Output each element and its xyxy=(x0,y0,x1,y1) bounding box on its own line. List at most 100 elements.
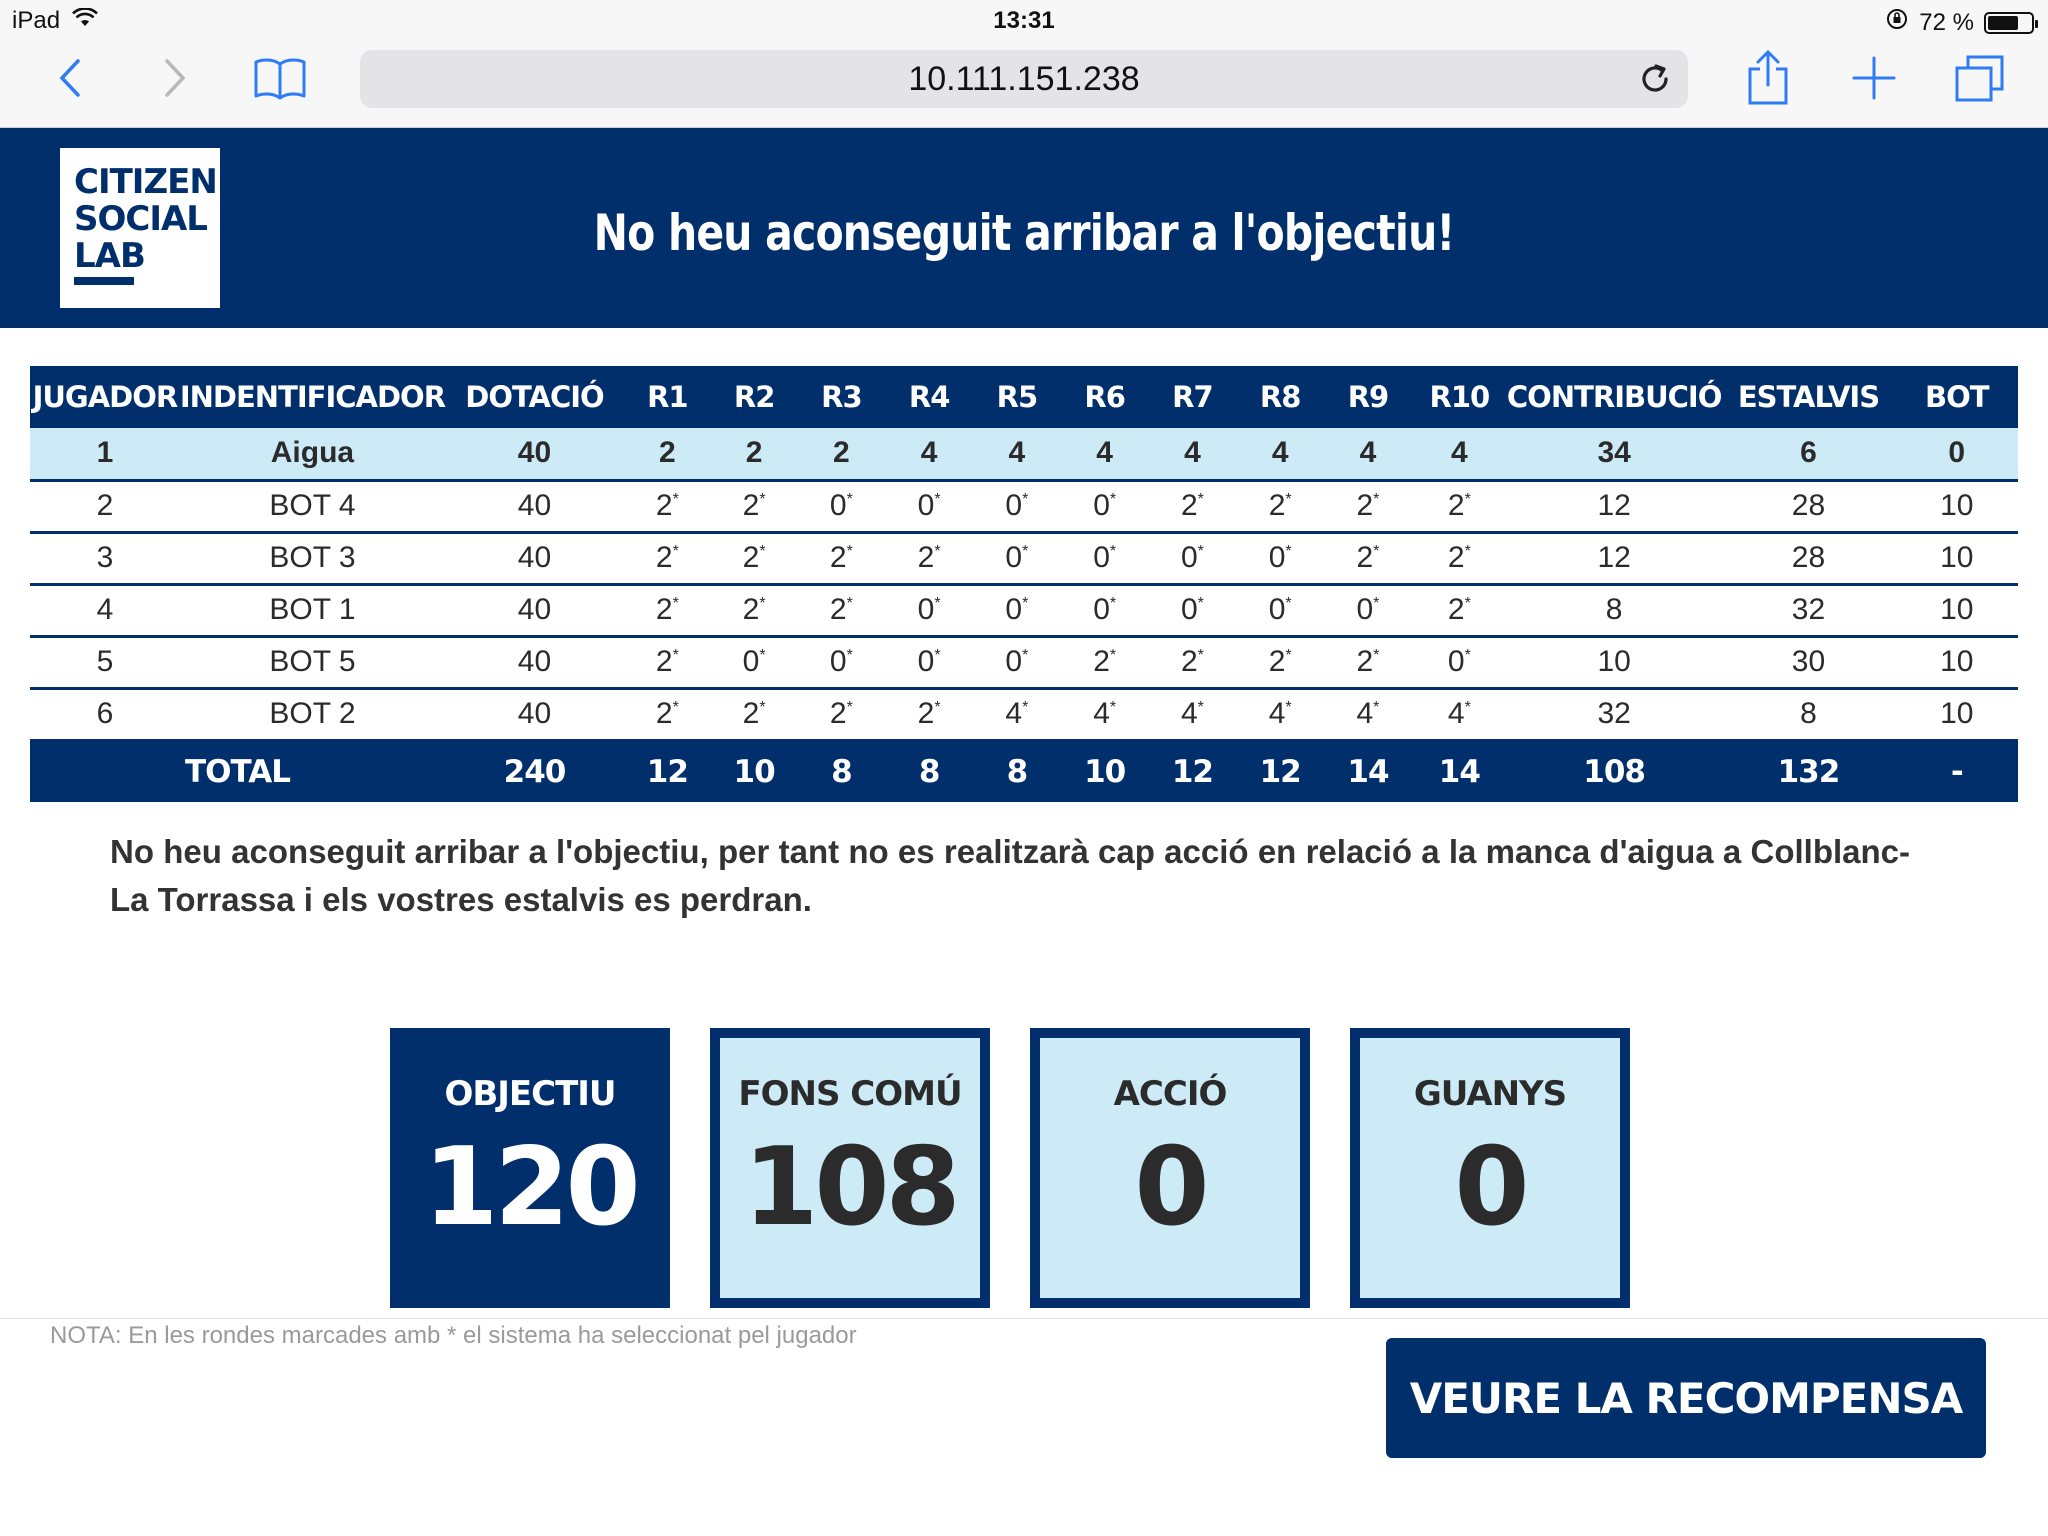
identifier-cell: BOT 1 xyxy=(179,584,446,638)
card-value: 120 xyxy=(423,1125,640,1250)
card-value: 108 xyxy=(743,1125,960,1250)
contribucio-cell: 32 xyxy=(1506,688,1722,742)
round-value: 0 xyxy=(829,489,847,522)
round-cell: 0* xyxy=(797,636,886,690)
round-cell: 2* xyxy=(623,584,711,638)
auto-selected-marker: * xyxy=(1285,595,1292,612)
round-value: 2 xyxy=(659,436,676,470)
tabs-icon xyxy=(1954,53,2006,108)
reload-icon[interactable] xyxy=(1636,60,1674,98)
round-value: 4 xyxy=(920,436,938,470)
auto-selected-marker: * xyxy=(1373,543,1380,560)
total-round: 14 xyxy=(1324,740,1412,802)
auto-selected-marker: * xyxy=(759,543,766,560)
status-time: 13:31 xyxy=(993,7,1055,34)
logo-line-1: CITIZEN xyxy=(74,162,218,202)
round-value: 0 xyxy=(1447,645,1465,678)
tabs-button[interactable] xyxy=(1950,50,2010,110)
column-header: R5 xyxy=(973,366,1061,428)
round-cell: 2* xyxy=(885,688,974,742)
new-tab-button[interactable] xyxy=(1844,50,1904,110)
share-icon xyxy=(1746,49,1790,112)
divider xyxy=(0,1318,2048,1319)
auto-selected-marker: * xyxy=(1022,543,1029,560)
auto-selected-marker: * xyxy=(1464,491,1471,508)
forward-button[interactable] xyxy=(145,50,205,110)
total-round: 14 xyxy=(1411,740,1507,802)
bot-cell: 10 xyxy=(1895,480,2018,534)
bot-cell: 0 xyxy=(1895,428,2018,482)
round-value: 0 xyxy=(917,593,935,626)
round-cell: 4* xyxy=(1324,688,1412,742)
column-header: R2 xyxy=(710,366,798,428)
round-cell: 0* xyxy=(973,532,1061,586)
auto-selected-marker: * xyxy=(934,699,941,716)
round-cell: 2* xyxy=(1148,636,1237,690)
round-cell: 0* xyxy=(1324,584,1412,638)
identifier-cell: BOT 5 xyxy=(179,636,446,690)
auto-selected-marker: * xyxy=(759,699,766,716)
auto-selected-marker: * xyxy=(1022,647,1029,664)
auto-selected-marker: * xyxy=(1197,699,1204,716)
round-cell: 2* xyxy=(1411,532,1507,586)
round-cell: 0* xyxy=(973,480,1061,534)
auto-selected-marker: * xyxy=(1109,595,1117,612)
round-cell: 4* xyxy=(1060,688,1149,742)
auto-selected-marker: * xyxy=(1109,647,1117,664)
round-cell: 2* xyxy=(1324,480,1412,534)
round-value: 2 xyxy=(1356,645,1374,678)
dotacio-cell: 40 xyxy=(445,532,624,586)
round-cell: 4 xyxy=(885,428,974,482)
estalvis-cell: 6 xyxy=(1721,428,1896,482)
view-reward-button[interactable]: VEURE LA RECOMPENSA xyxy=(1386,1338,1986,1458)
auto-selected-marker: * xyxy=(1373,699,1380,716)
auto-selected-marker: * xyxy=(1464,647,1471,664)
auto-selected-marker: * xyxy=(934,543,941,560)
round-value: 2 xyxy=(829,593,847,626)
estalvis-cell: 30 xyxy=(1721,636,1896,690)
bot-cell: 10 xyxy=(1895,584,2018,638)
round-value: 4 xyxy=(1447,697,1465,730)
dotacio-cell: 40 xyxy=(445,428,624,482)
auto-selected-marker: * xyxy=(1285,491,1292,508)
round-cell: 4* xyxy=(1411,688,1507,742)
auto-selected-marker: * xyxy=(1373,491,1380,508)
round-cell: 4* xyxy=(973,688,1061,742)
bot-cell: 10 xyxy=(1895,636,2018,690)
bookmarks-button[interactable] xyxy=(250,50,310,110)
share-button[interactable] xyxy=(1738,49,1798,112)
contribucio-cell: 8 xyxy=(1506,584,1722,638)
round-cell: 2* xyxy=(710,584,798,638)
back-button[interactable] xyxy=(40,50,100,110)
dotacio-cell: 40 xyxy=(445,480,624,534)
round-cell: 2* xyxy=(623,480,711,534)
round-cell: 2* xyxy=(1236,480,1325,534)
contribucio-cell: 12 xyxy=(1506,480,1722,534)
round-cell: 2 xyxy=(623,428,711,482)
total-round: 10 xyxy=(1060,740,1149,802)
column-header: R9 xyxy=(1324,366,1412,428)
total-round: 10 xyxy=(710,740,798,802)
auto-selected-marker: * xyxy=(934,595,941,612)
round-value: 0 xyxy=(1268,593,1286,626)
auto-selected-marker: * xyxy=(846,699,853,716)
auto-selected-marker: * xyxy=(1022,491,1029,508)
total-round: 12 xyxy=(1236,740,1325,802)
total-round: 8 xyxy=(885,740,974,802)
card-value: 0 xyxy=(1134,1125,1209,1250)
address-bar[interactable]: 10.111.151.238 xyxy=(360,50,1688,108)
accio-card: ACCIÓ 0 xyxy=(1030,1028,1310,1308)
auto-selected-marker: * xyxy=(1285,699,1292,716)
round-value: 0 xyxy=(1093,541,1110,574)
bot-cell: 10 xyxy=(1895,688,2018,742)
results-table: JUGADOR INDENTIFICADOR DOTACIÓ R1 R2 R3 R4 R5 R6… xyxy=(30,366,2018,802)
chevron-left-icon xyxy=(58,58,82,103)
contribucio-cell: 34 xyxy=(1506,428,1722,482)
column-header: R6 xyxy=(1060,366,1149,428)
round-value: 0 xyxy=(1268,541,1286,574)
total-estalvis: 132 xyxy=(1721,740,1896,802)
total-bot: - xyxy=(1895,740,2018,802)
logo-underline xyxy=(74,277,134,285)
round-value: 4 xyxy=(1268,697,1286,730)
card-label: ACCIÓ xyxy=(1113,1074,1228,1114)
